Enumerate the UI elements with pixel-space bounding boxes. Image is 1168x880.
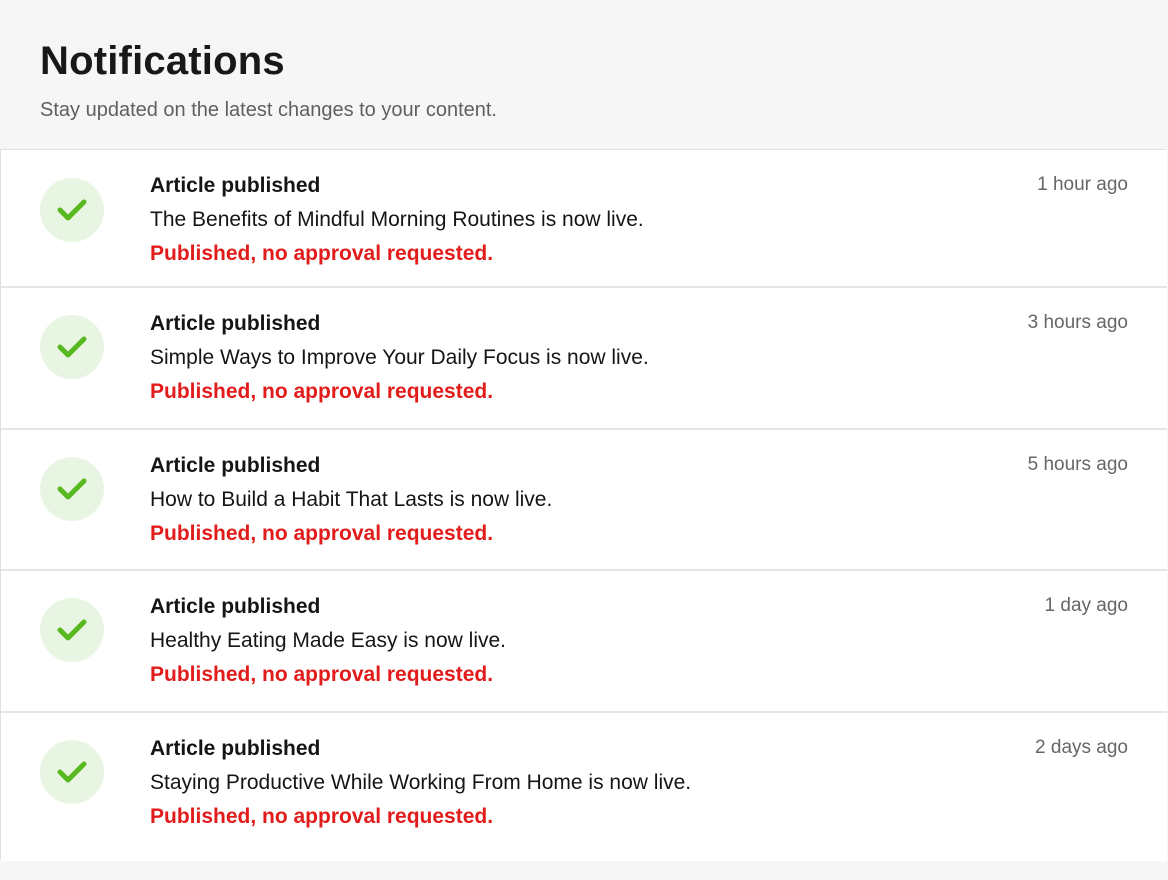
- notification-message: Simple Ways to Improve Your Daily Focus …: [150, 346, 649, 369]
- check-icon: [57, 619, 87, 641]
- notification-message: The Benefits of Mindful Morning Routines…: [150, 208, 644, 231]
- success-icon-badge: [40, 315, 104, 379]
- notification-item[interactable]: Article published Healthy Eating Made Ea…: [1, 571, 1167, 713]
- check-icon: [57, 199, 87, 221]
- page-title: Notifications: [40, 39, 285, 83]
- notification-item[interactable]: Article published The Benefits of Mindfu…: [1, 150, 1167, 288]
- notification-title: Article published: [150, 454, 321, 477]
- success-icon-badge: [40, 178, 104, 242]
- notification-item[interactable]: Article published How to Build a Habit T…: [1, 430, 1167, 571]
- success-icon-badge: [40, 740, 104, 804]
- notification-message: Staying Productive While Working From Ho…: [150, 771, 692, 794]
- notification-timestamp: 5 hours ago: [1027, 454, 1128, 475]
- notification-status: Published, no approval requested.: [150, 663, 494, 686]
- notification-status: Published, no approval requested.: [150, 242, 494, 265]
- notification-item[interactable]: Article published Simple Ways to Improve…: [1, 288, 1167, 430]
- page-header: Notifications Stay updated on the latest…: [0, 0, 1168, 150]
- notification-timestamp: 1 day ago: [1044, 595, 1128, 616]
- notification-timestamp: 1 hour ago: [1037, 174, 1128, 195]
- notification-list: Article published The Benefits of Mindfu…: [0, 149, 1167, 861]
- notification-status: Published, no approval requested.: [150, 522, 494, 545]
- check-icon: [57, 761, 87, 783]
- notification-status: Published, no approval requested.: [150, 380, 494, 403]
- notification-item[interactable]: Article published Staying Productive Whi…: [1, 713, 1167, 861]
- notification-title: Article published: [150, 312, 321, 335]
- notification-title: Article published: [150, 737, 321, 760]
- success-icon-badge: [40, 457, 104, 521]
- notification-message: Healthy Eating Made Easy is now live.: [150, 629, 507, 652]
- notification-status: Published, no approval requested.: [150, 805, 494, 828]
- notification-timestamp: 3 hours ago: [1027, 312, 1128, 333]
- check-icon: [57, 478, 87, 500]
- notification-timestamp: 2 days ago: [1035, 737, 1128, 758]
- notification-title: Article published: [150, 595, 321, 618]
- success-icon-badge: [40, 598, 104, 662]
- check-icon: [57, 336, 87, 358]
- notification-message: How to Build a Habit That Lasts is now l…: [150, 488, 553, 511]
- page-subtitle: Stay updated on the latest changes to yo…: [40, 99, 497, 121]
- notification-title: Article published: [150, 174, 321, 197]
